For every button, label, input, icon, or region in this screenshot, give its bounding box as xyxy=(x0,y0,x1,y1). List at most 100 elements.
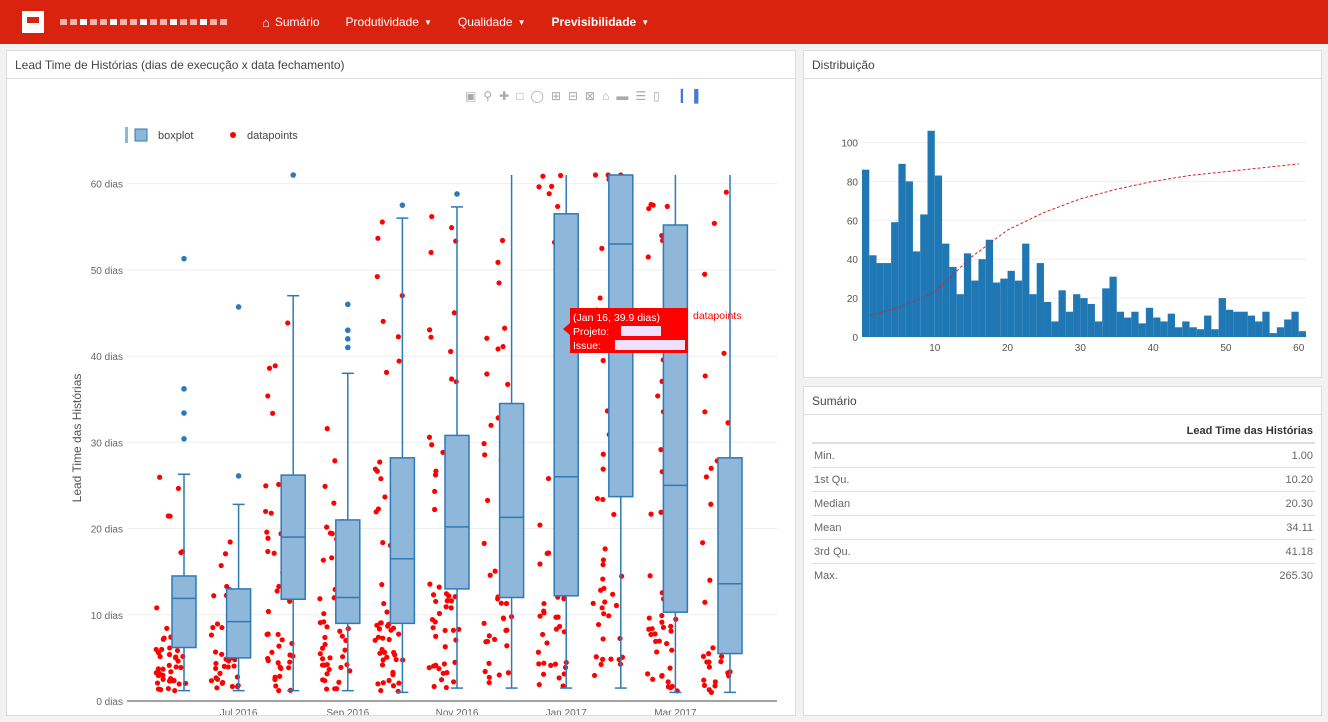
data-point xyxy=(426,434,433,440)
data-point xyxy=(331,500,337,506)
data-point xyxy=(160,666,166,672)
brand-name[interactable] xyxy=(60,19,227,25)
table-row: 1st Qu. 10.20 xyxy=(812,467,1315,492)
data-point xyxy=(450,627,457,633)
data-point xyxy=(372,637,378,643)
data-point xyxy=(213,660,219,667)
data-point xyxy=(380,657,386,663)
nav-produtividade[interactable]: Produtividade ▼ xyxy=(333,0,445,44)
data-point xyxy=(701,677,707,683)
row-value: 41.18 xyxy=(931,539,1315,564)
data-point xyxy=(214,621,221,627)
data-point xyxy=(669,647,675,653)
data-point xyxy=(319,656,326,662)
hist-bar xyxy=(1000,278,1008,337)
data-point xyxy=(700,653,707,659)
boxplot-chart[interactable]: 0 dias 10 dias 20 dias 30 dias 40 dias 50 dia… xyxy=(7,79,795,715)
legend-box-swatch[interactable] xyxy=(134,128,148,142)
data-point xyxy=(154,680,161,686)
data-point xyxy=(598,661,604,667)
hist-bar xyxy=(1153,317,1161,337)
data-point xyxy=(175,485,182,492)
y-tick-label: 60 dias xyxy=(91,180,123,191)
data-point xyxy=(377,459,383,465)
hist-bar xyxy=(956,294,964,337)
data-point xyxy=(669,683,675,689)
hist-bar xyxy=(1262,311,1270,337)
data-point xyxy=(645,671,651,677)
nav-sumario[interactable]: ⌂ Sumário xyxy=(249,0,333,44)
row-value: 34.11 xyxy=(931,515,1315,540)
data-point xyxy=(218,562,224,569)
data-point xyxy=(594,495,601,502)
data-point xyxy=(393,656,399,663)
data-point xyxy=(276,688,282,694)
data-point xyxy=(273,683,279,689)
data-point xyxy=(484,335,490,341)
data-point xyxy=(268,510,274,516)
data-point xyxy=(601,611,607,617)
data-point xyxy=(600,451,606,457)
data-point xyxy=(426,327,433,333)
data-point xyxy=(491,636,498,642)
data-point xyxy=(719,653,725,660)
row-value: 10.20 xyxy=(931,467,1315,492)
data-point xyxy=(208,632,215,638)
distribution-panel: Distribuição 0 20 40 60 80 100 10 20 30 40 50 60 xyxy=(803,50,1322,378)
data-point xyxy=(212,649,219,655)
data-point xyxy=(432,488,438,495)
data-point xyxy=(321,619,327,625)
data-point xyxy=(286,665,292,671)
hist-bar xyxy=(1102,288,1110,337)
data-point xyxy=(374,273,380,280)
hist-y-tick: 80 xyxy=(847,177,859,188)
data-point xyxy=(708,501,714,507)
data-point xyxy=(448,598,455,604)
hist-bar xyxy=(942,243,950,337)
hist-bar xyxy=(1124,317,1132,337)
data-point xyxy=(275,660,281,666)
hist-bar xyxy=(1051,321,1059,337)
table-row: Mean 34.11 xyxy=(812,515,1315,540)
data-point xyxy=(500,343,506,350)
data-point xyxy=(555,203,561,210)
data-point xyxy=(214,685,220,691)
hist-bar xyxy=(1116,311,1125,337)
hist-bar xyxy=(1094,321,1103,337)
data-point xyxy=(153,670,159,676)
hist-bar xyxy=(1160,321,1168,337)
data-point xyxy=(321,662,327,668)
legend-points-swatch[interactable] xyxy=(230,132,236,138)
box-outlier xyxy=(181,255,187,262)
data-point xyxy=(600,562,606,568)
histogram-chart[interactable]: 0 20 40 60 80 100 10 20 30 40 50 60 xyxy=(804,79,1321,377)
data-point xyxy=(702,409,708,415)
data-point xyxy=(336,679,342,685)
data-point xyxy=(213,665,219,672)
legend-points-label: datapoints xyxy=(247,130,298,142)
data-point xyxy=(597,295,603,301)
data-point xyxy=(544,640,550,646)
data-point xyxy=(392,652,398,658)
data-point xyxy=(438,677,445,683)
data-point xyxy=(441,661,447,667)
brand-logo[interactable] xyxy=(22,11,44,33)
data-point xyxy=(285,320,291,326)
data-point xyxy=(655,393,661,399)
nav-qualidade[interactable]: Qualidade ▼ xyxy=(445,0,539,44)
data-point xyxy=(505,670,512,676)
data-point xyxy=(173,664,179,670)
data-point xyxy=(386,677,392,684)
data-point xyxy=(602,599,608,605)
hist-y-tick: 0 xyxy=(852,333,858,344)
data-point xyxy=(263,508,269,515)
legend-bar xyxy=(125,127,128,143)
data-point xyxy=(706,664,712,670)
caret-down-icon: ▼ xyxy=(641,17,650,27)
nav-previsibilidade[interactable]: Previsibilidade ▼ xyxy=(539,0,663,44)
data-point xyxy=(448,348,454,355)
data-point xyxy=(617,635,623,642)
data-point xyxy=(334,686,340,692)
row-value: 265.30 xyxy=(931,563,1315,587)
box-outlier xyxy=(345,344,351,351)
